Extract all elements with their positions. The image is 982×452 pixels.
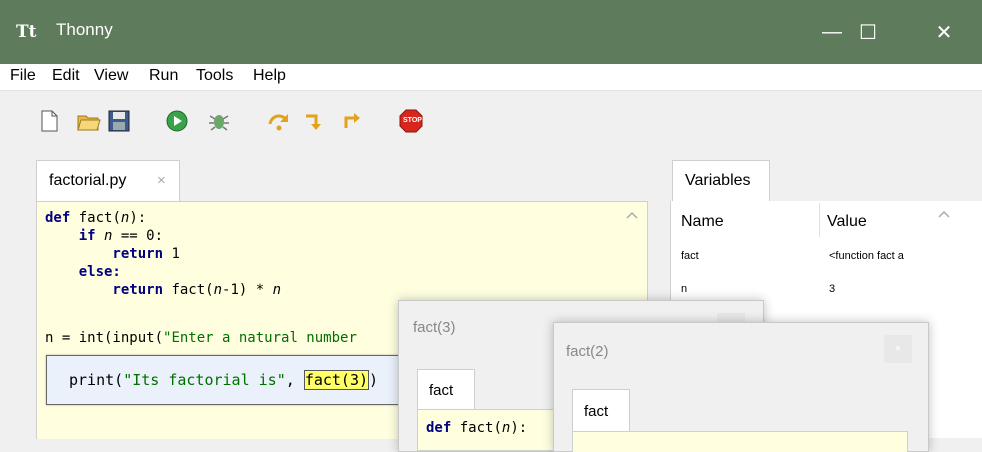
step-into-icon[interactable]: [302, 108, 328, 134]
menu-tools[interactable]: Tools: [196, 67, 233, 85]
toolbar: STOP: [0, 91, 982, 153]
header-name: Name: [681, 213, 724, 230]
evaluation-box: print("Its factorial is", fact(3)): [46, 355, 418, 405]
stop-label: STOP: [403, 117, 422, 124]
frame-code-line: def fact(n):: [426, 420, 528, 436]
open-folder-icon[interactable]: [76, 108, 102, 134]
code-line-5: return fact(n-1) * n: [45, 282, 282, 298]
column-divider: [819, 203, 820, 237]
menu-bar: File Edit View Run Tools Help: [0, 64, 982, 91]
maximize-button[interactable]: ☐: [838, 0, 898, 64]
thonny-logo-icon: Tt: [16, 20, 42, 42]
current-call-highlight: fact(3): [303, 370, 370, 390]
tab-close-icon[interactable]: ×: [157, 172, 166, 189]
menu-file[interactable]: File: [10, 67, 36, 85]
frame-tab[interactable]: fact: [572, 389, 630, 432]
frame-tab-label: fact: [584, 403, 609, 420]
var-value: 3: [829, 283, 836, 295]
frame-close-icon[interactable]: ×: [884, 335, 912, 363]
menu-run[interactable]: Run: [149, 67, 178, 85]
header-value: Value: [827, 213, 867, 230]
frame-code-view: [572, 431, 908, 452]
frame-title: fact(3): [413, 319, 456, 336]
evaluation-expression: print("Its factorial is", fact(3)): [69, 370, 379, 390]
close-button[interactable]: ✕: [914, 0, 974, 64]
code-line-1: def fact(n):: [45, 210, 147, 226]
frame-tab-label: fact: [429, 382, 454, 399]
code-line-3: return 1: [45, 246, 180, 262]
save-icon[interactable]: [106, 108, 132, 134]
menu-view[interactable]: View: [94, 67, 128, 85]
new-file-icon[interactable]: [36, 108, 62, 134]
scroll-up-icon[interactable]: [625, 208, 639, 222]
code-line-7: n = int(input("Enter a natural number: [45, 330, 357, 346]
var-name: n: [681, 283, 688, 295]
title-bar: Tt Thonny — ☐ ✕: [0, 0, 982, 64]
scroll-up-icon[interactable]: [937, 207, 951, 226]
window-title: Thonny: [56, 20, 113, 39]
menu-edit[interactable]: Edit: [52, 67, 80, 85]
editor-tab-label: factorial.py: [49, 172, 127, 189]
call-frame-window[interactable]: fact(2) × fact: [553, 322, 929, 452]
variables-tab[interactable]: Variables: [672, 160, 770, 202]
stop-icon[interactable]: STOP: [398, 108, 424, 134]
var-name: fact: [681, 250, 699, 262]
code-line-2: if n == 0:: [45, 228, 164, 244]
step-over-icon[interactable]: [266, 108, 292, 134]
debug-icon[interactable]: [206, 108, 232, 134]
variables-tab-label: Variables: [685, 172, 751, 189]
svg-text:Tt: Tt: [16, 22, 37, 42]
run-icon[interactable]: [164, 108, 190, 134]
frame-title: fact(2): [566, 343, 609, 360]
code-line-4: else:: [45, 264, 121, 280]
step-out-icon[interactable]: [340, 108, 366, 134]
editor-tab[interactable]: factorial.py ×: [36, 160, 180, 202]
frame-tab[interactable]: fact: [417, 369, 475, 410]
var-value: <function fact a: [829, 250, 904, 262]
menu-help[interactable]: Help: [253, 67, 286, 85]
